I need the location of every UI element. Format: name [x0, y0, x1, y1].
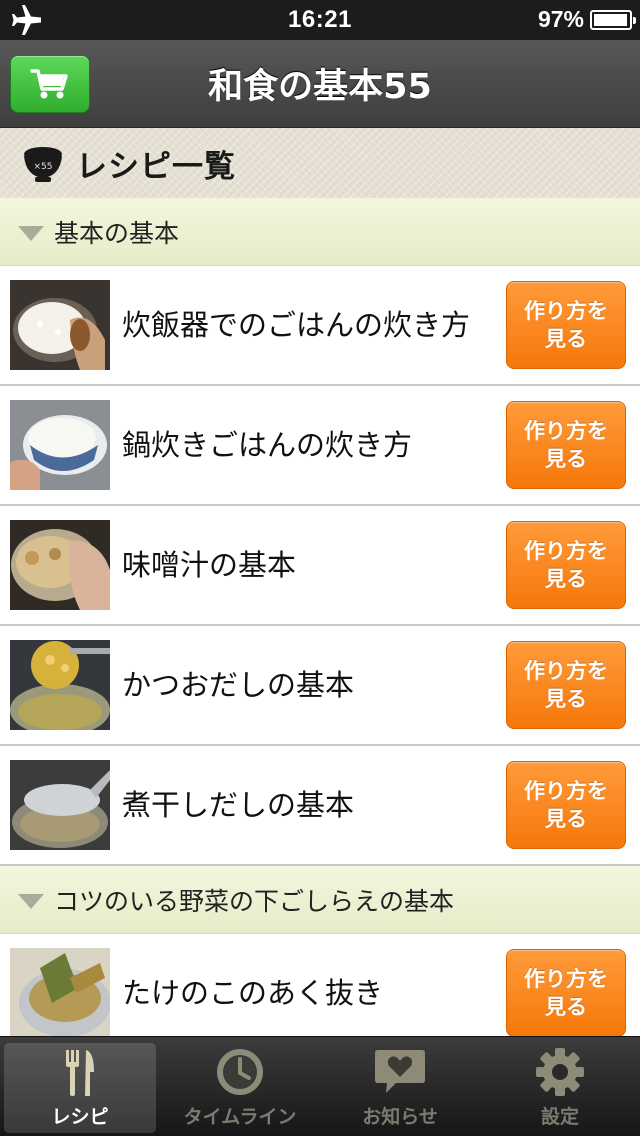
recipe-list: 基本の基本 炊飯器でのごはんの炊き方 作り方を 見る 鍋炊きごはんの炊き方 作り… [0, 198, 640, 1036]
category-label: コツのいる野菜の下ごしらえの基本 [54, 886, 455, 916]
recipe-name: 炊飯器でのごはんの炊き方 [122, 308, 471, 342]
heart-message-icon [375, 1050, 425, 1093]
list-item[interactable]: 鍋炊きごはんの炊き方 作り方を 見る [0, 386, 640, 506]
tab-label: タイムライン [183, 1106, 297, 1128]
recipe-list-header: ×55 レシピ一覧 [0, 128, 640, 198]
view-recipe-button[interactable]: 作り方を 見る [506, 281, 626, 369]
list-item[interactable]: 煮干しだしの基本 作り方を 見る [0, 746, 640, 866]
fork-knife-icon [66, 1050, 94, 1096]
recipe-thumbnail [10, 520, 110, 610]
bowl-icon: ×55 [24, 147, 62, 182]
status-bar: 16:21 97% [0, 0, 640, 40]
airplane-icon [12, 5, 41, 35]
recipe-name: 味噌汁の基本 [122, 548, 297, 582]
category-header[interactable]: 基本の基本 [0, 198, 640, 266]
recipe-name: かつおだしの基本 [122, 668, 355, 702]
disclosure-triangle-icon [18, 894, 44, 909]
recipe-name: たけのこのあく抜き [122, 976, 384, 1010]
view-recipe-button[interactable]: 作り方を 見る [506, 401, 626, 489]
nav-bar: 和食の基本55 [0, 40, 640, 128]
tab-news[interactable]: お知らせ [320, 1037, 480, 1136]
view-recipe-button[interactable]: 作り方を 見る [506, 641, 626, 729]
tab-settings[interactable]: 設定 [480, 1037, 640, 1136]
recipe-thumbnail [10, 760, 110, 850]
battery-percent: 97% [537, 6, 584, 32]
disclosure-triangle-icon [18, 226, 44, 241]
view-recipe-button[interactable]: 作り方を 見る [506, 949, 626, 1036]
recipe-thumbnail [10, 280, 110, 370]
list-item[interactable]: かつおだしの基本 作り方を 見る [0, 626, 640, 746]
cart-icon [30, 69, 68, 99]
tab-label: 設定 [540, 1106, 579, 1128]
cart-button[interactable] [10, 55, 90, 113]
list-item[interactable]: たけのこのあく抜き 作り方を 見る [0, 934, 640, 1036]
tab-timeline[interactable]: タイムライン [160, 1037, 320, 1136]
recipe-thumbnail [10, 400, 110, 490]
list-item[interactable]: 炊飯器でのごはんの炊き方 作り方を 見る [0, 266, 640, 386]
svg-text:×55: ×55 [34, 162, 53, 172]
battery-icon [590, 10, 636, 30]
recipe-list-title: レシピ一覧 [76, 148, 236, 185]
category-label: 基本の基本 [54, 218, 180, 248]
page-title: 和食の基本55 [208, 67, 432, 107]
view-recipe-button[interactable]: 作り方を 見る [506, 521, 626, 609]
list-item[interactable]: 味噌汁の基本 作り方を 見る [0, 506, 640, 626]
tab-label: お知らせ [362, 1106, 438, 1128]
view-recipe-button[interactable]: 作り方を 見る [506, 761, 626, 849]
clock-icon [217, 1049, 263, 1095]
gear-icon [536, 1048, 584, 1096]
recipe-name: 鍋炊きごはんの炊き方 [122, 428, 413, 462]
tab-bar: レシピ タイムライン お知らせ 設定 [0, 1036, 640, 1136]
recipe-thumbnail [10, 948, 110, 1036]
category-header[interactable]: コツのいる野菜の下ごしらえの基本 [0, 866, 640, 934]
tab-label: レシピ [51, 1106, 109, 1128]
recipe-thumbnail [10, 640, 110, 730]
status-time: 16:21 [288, 6, 352, 33]
tab-recipe[interactable]: レシピ [0, 1037, 160, 1136]
recipe-name: 煮干しだしの基本 [122, 788, 355, 822]
